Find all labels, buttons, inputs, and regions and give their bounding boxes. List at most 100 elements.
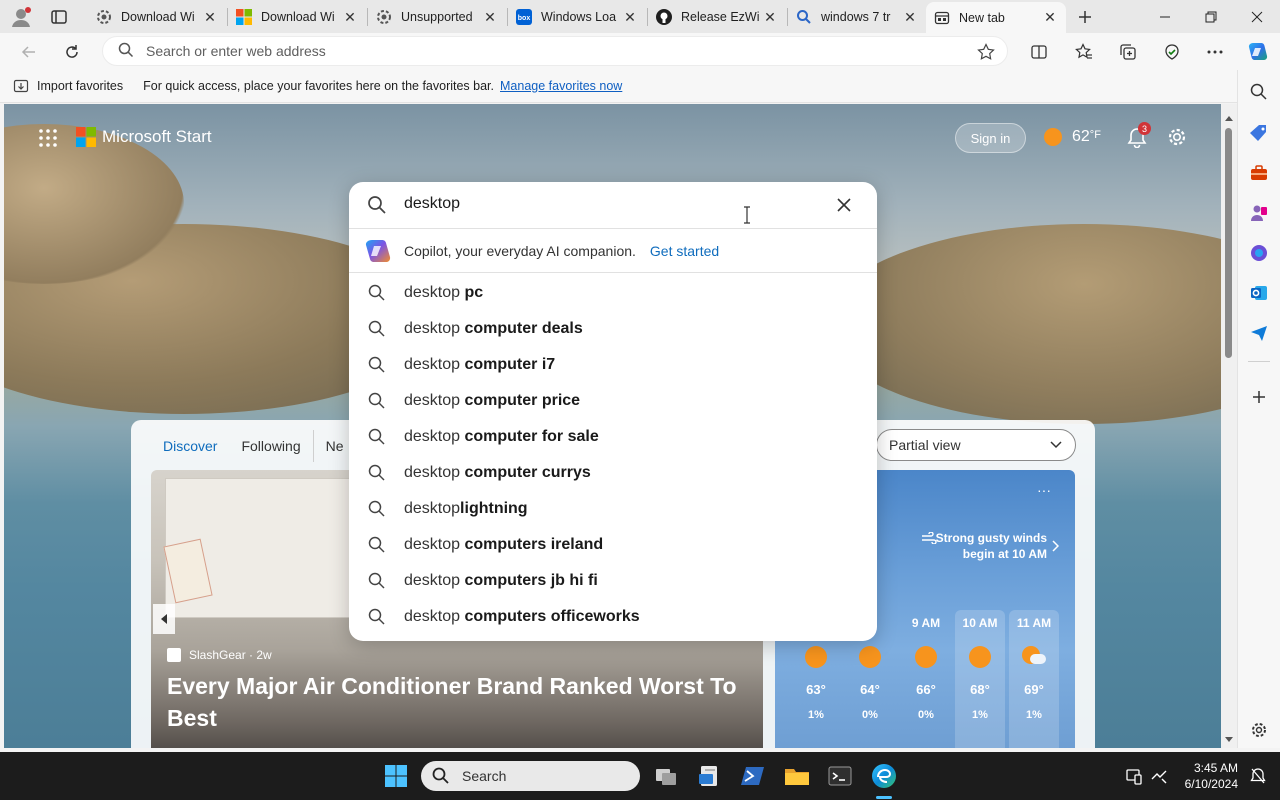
weather-widget[interactable]: 62 °F: [1042, 126, 1101, 148]
suggestion-item[interactable]: desktop computer price: [349, 383, 877, 419]
suggestion-item[interactable]: desktop computer currys: [349, 455, 877, 491]
close-icon[interactable]: ✕: [482, 9, 498, 26]
close-icon[interactable]: ✕: [902, 9, 918, 26]
suggestion-item[interactable]: desktop computers ireland: [349, 527, 877, 563]
notifications-button[interactable]: 3: [1126, 122, 1151, 150]
sign-in-button[interactable]: Sign in: [955, 123, 1026, 153]
close-icon[interactable]: ✕: [1042, 9, 1058, 26]
search-icon: [367, 427, 387, 447]
sidebar-settings-icon[interactable]: [1247, 718, 1271, 742]
microsoft-365-icon[interactable]: [1247, 241, 1271, 265]
clear-search-button[interactable]: [836, 197, 852, 216]
edge-browser-icon[interactable]: [870, 762, 898, 790]
taskbar-search[interactable]: Search: [421, 761, 640, 791]
add-icon[interactable]: [1247, 385, 1271, 409]
import-favorites-button[interactable]: Import favorites: [13, 78, 123, 94]
hourly-forecast-item: 10 AM 68° 1%: [955, 616, 1005, 721]
search-input[interactable]: desktop: [404, 195, 460, 213]
outlook-icon[interactable]: [1247, 281, 1271, 305]
powershell-icon[interactable]: [739, 762, 767, 790]
tab-windows-loader[interactable]: box Windows Loa ✕: [508, 4, 646, 30]
suggestion-item[interactable]: desktop computers officeworks: [349, 599, 877, 635]
new-tab-button[interactable]: [1074, 6, 1096, 28]
task-view-icon[interactable]: [652, 762, 680, 790]
tab-download-1[interactable]: Download Wi ✕: [88, 4, 226, 30]
minimize-button[interactable]: [1142, 0, 1188, 33]
chevron-right-icon[interactable]: [1051, 540, 1060, 555]
more-options-icon[interactable]: ···: [1037, 482, 1051, 498]
get-started-link[interactable]: Get started: [650, 243, 719, 259]
close-icon[interactable]: ✕: [762, 9, 778, 26]
split-screen-icon[interactable]: [1024, 37, 1054, 67]
phone-link-icon[interactable]: [1120, 762, 1148, 790]
suggestion-prefix: desktop: [404, 392, 465, 409]
page-scrollbar[interactable]: [1221, 104, 1237, 748]
more-options-icon[interactable]: [1200, 37, 1230, 67]
suggestion-item[interactable]: desktop computers jb hi fi: [349, 563, 877, 599]
system-clock[interactable]: 3:45 AM 6/10/2024: [1178, 760, 1238, 792]
settings-gear-icon[interactable]: [1166, 126, 1190, 150]
copilot-icon[interactable]: [1243, 37, 1273, 67]
shopping-tag-icon[interactable]: [1247, 121, 1271, 145]
file-viewer-icon[interactable]: [695, 762, 723, 790]
scrollbar-thumb[interactable]: [1225, 128, 1232, 358]
article-source-label: SlashGear · 2w: [189, 648, 272, 662]
close-icon[interactable]: ✕: [622, 9, 638, 26]
suggestion-item[interactable]: desktop computer i7: [349, 347, 877, 383]
notification-center-icon[interactable]: [1244, 762, 1272, 790]
network-icon[interactable]: [1145, 762, 1173, 790]
drop-icon[interactable]: [1247, 321, 1271, 345]
suggestion-item[interactable]: desktop computer for sale: [349, 419, 877, 455]
browser-essentials-icon[interactable]: [1157, 37, 1187, 67]
address-bar[interactable]: Search or enter web address: [102, 36, 1008, 66]
microsoft-start-logo[interactable]: Microsoft Start: [76, 127, 212, 147]
tools-icon[interactable]: [1247, 161, 1271, 185]
tab-following[interactable]: Following: [229, 430, 312, 462]
hour-precip: 1%: [972, 709, 988, 721]
tab-new-tab[interactable]: New tab ✕: [926, 2, 1066, 33]
copilot-promo[interactable]: Copilot, your everyday AI companion. Get…: [349, 229, 877, 273]
suggestion-item[interactable]: desktop pc: [349, 275, 877, 311]
refresh-button[interactable]: [57, 37, 87, 67]
suggestion-prefix: desktop: [404, 464, 465, 481]
start-button[interactable]: [382, 762, 410, 790]
apps-launcher-icon[interactable]: [38, 128, 58, 148]
box-icon: box: [516, 9, 532, 25]
tab-download-2[interactable]: Download Wi ✕: [228, 4, 366, 30]
file-explorer-icon[interactable]: [783, 762, 811, 790]
tab-search[interactable]: windows 7 tr ✕: [788, 4, 926, 30]
favorites-icon[interactable]: [1069, 37, 1099, 67]
close-icon[interactable]: ✕: [342, 9, 358, 26]
tab-discover[interactable]: Discover: [151, 430, 229, 462]
restore-button[interactable]: [1188, 0, 1234, 33]
hour-precip: 0%: [862, 709, 878, 721]
close-icon[interactable]: ✕: [202, 9, 218, 26]
view-select[interactable]: Partial view: [876, 429, 1076, 461]
manage-favorites-link[interactable]: Manage favorites now: [500, 79, 622, 93]
tab-label: Download Wi: [261, 10, 335, 24]
favorite-star-icon[interactable]: [977, 43, 995, 64]
hour-temp: 68°: [970, 682, 990, 697]
weather-alert[interactable]: Strong gusty winds begin at 10 AM: [925, 530, 1047, 562]
terminal-icon[interactable]: [826, 762, 854, 790]
suggestion-item[interactable]: desktop computer deals: [349, 311, 877, 347]
search-icon: [367, 535, 387, 555]
scroll-up-icon[interactable]: [1224, 110, 1234, 125]
tab-unsupported[interactable]: Unsupported ✕: [368, 4, 506, 30]
import-icon: [13, 78, 29, 94]
tab-actions-icon[interactable]: [50, 8, 68, 26]
article-headline[interactable]: Every Major Air Conditioner Brand Ranked…: [167, 670, 747, 734]
close-window-button[interactable]: [1234, 0, 1280, 33]
profile-icon[interactable]: [10, 6, 32, 28]
back-button[interactable]: [14, 37, 44, 67]
search-icon: [367, 355, 387, 375]
tab-release[interactable]: Release EzWi ✕: [648, 4, 786, 30]
suggestion-item[interactable]: desktop lightning: [349, 491, 877, 527]
collections-icon[interactable]: [1113, 37, 1143, 67]
search-icon: [796, 9, 812, 25]
scroll-down-icon[interactable]: [1224, 732, 1234, 747]
svg-text:box: box: [518, 15, 531, 22]
search-icon[interactable]: [1247, 80, 1271, 104]
games-icon[interactable]: [1247, 201, 1271, 225]
carousel-prev-button[interactable]: [153, 604, 175, 634]
